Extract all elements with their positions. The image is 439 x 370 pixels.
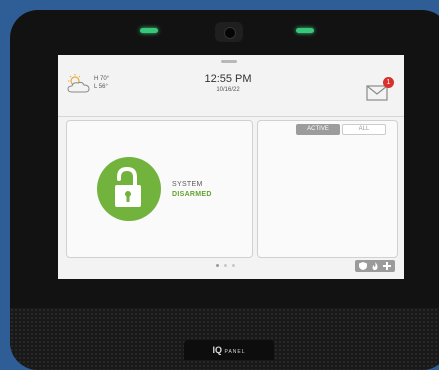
tab-active[interactable]: ACTIVE <box>296 124 340 135</box>
page-dot-1[interactable] <box>216 264 219 267</box>
system-status-text: SYSTEM DISARMED <box>172 180 212 200</box>
clock-time: 12:55 PM <box>204 73 252 85</box>
status-led-right <box>296 28 314 33</box>
events-card: ACTIVE ALL <box>257 120 398 258</box>
page-indicator <box>216 264 246 270</box>
status-led-left <box>140 28 158 33</box>
pull-down-handle[interactable] <box>221 60 237 63</box>
panel-device: H 70° L 56° 12:55 PM 10/16/22 1 SYSTEM D… <box>10 10 439 370</box>
partly-cloudy-icon <box>67 74 90 93</box>
unlocked-padlock-icon <box>115 166 141 207</box>
temperature-low: L 56° <box>94 84 108 90</box>
page-dot-3[interactable] <box>232 264 235 267</box>
shield-icon[interactable] <box>359 262 367 270</box>
fire-icon[interactable] <box>371 262 379 270</box>
clock-date: 10/16/22 <box>216 87 240 93</box>
emergency-quick-actions[interactable] <box>355 260 395 272</box>
medical-cross-icon[interactable] <box>383 262 391 270</box>
temperature-readout: H 70° L 56° <box>94 75 109 91</box>
camera <box>215 22 243 42</box>
weather-widget[interactable]: H 70° L 56° <box>66 73 146 97</box>
header-divider <box>58 116 404 117</box>
security-status-card[interactable]: SYSTEM DISARMED <box>66 120 253 258</box>
system-state: DISARMED <box>172 191 212 198</box>
page-dot-2[interactable] <box>224 264 227 267</box>
message-count-badge: 1 <box>383 77 394 88</box>
brand-logo: IQ PANEL <box>184 340 274 360</box>
touchscreen: H 70° L 56° 12:55 PM 10/16/22 1 SYSTEM D… <box>58 55 404 279</box>
tab-all[interactable]: ALL <box>342 124 386 135</box>
events-filter-tabs: ACTIVE ALL <box>296 124 388 135</box>
camera-lens <box>224 27 236 39</box>
disarm-button[interactable] <box>97 157 161 221</box>
envelope-icon[interactable] <box>366 85 388 101</box>
system-label: SYSTEM <box>172 181 203 188</box>
temperature-high: H 70° <box>94 76 110 82</box>
clock: 12:55 PM 10/16/22 <box>188 73 268 93</box>
brand-sub: PANEL <box>224 349 246 355</box>
brand-mark: IQ <box>212 345 222 355</box>
speaker-grille <box>10 308 439 370</box>
